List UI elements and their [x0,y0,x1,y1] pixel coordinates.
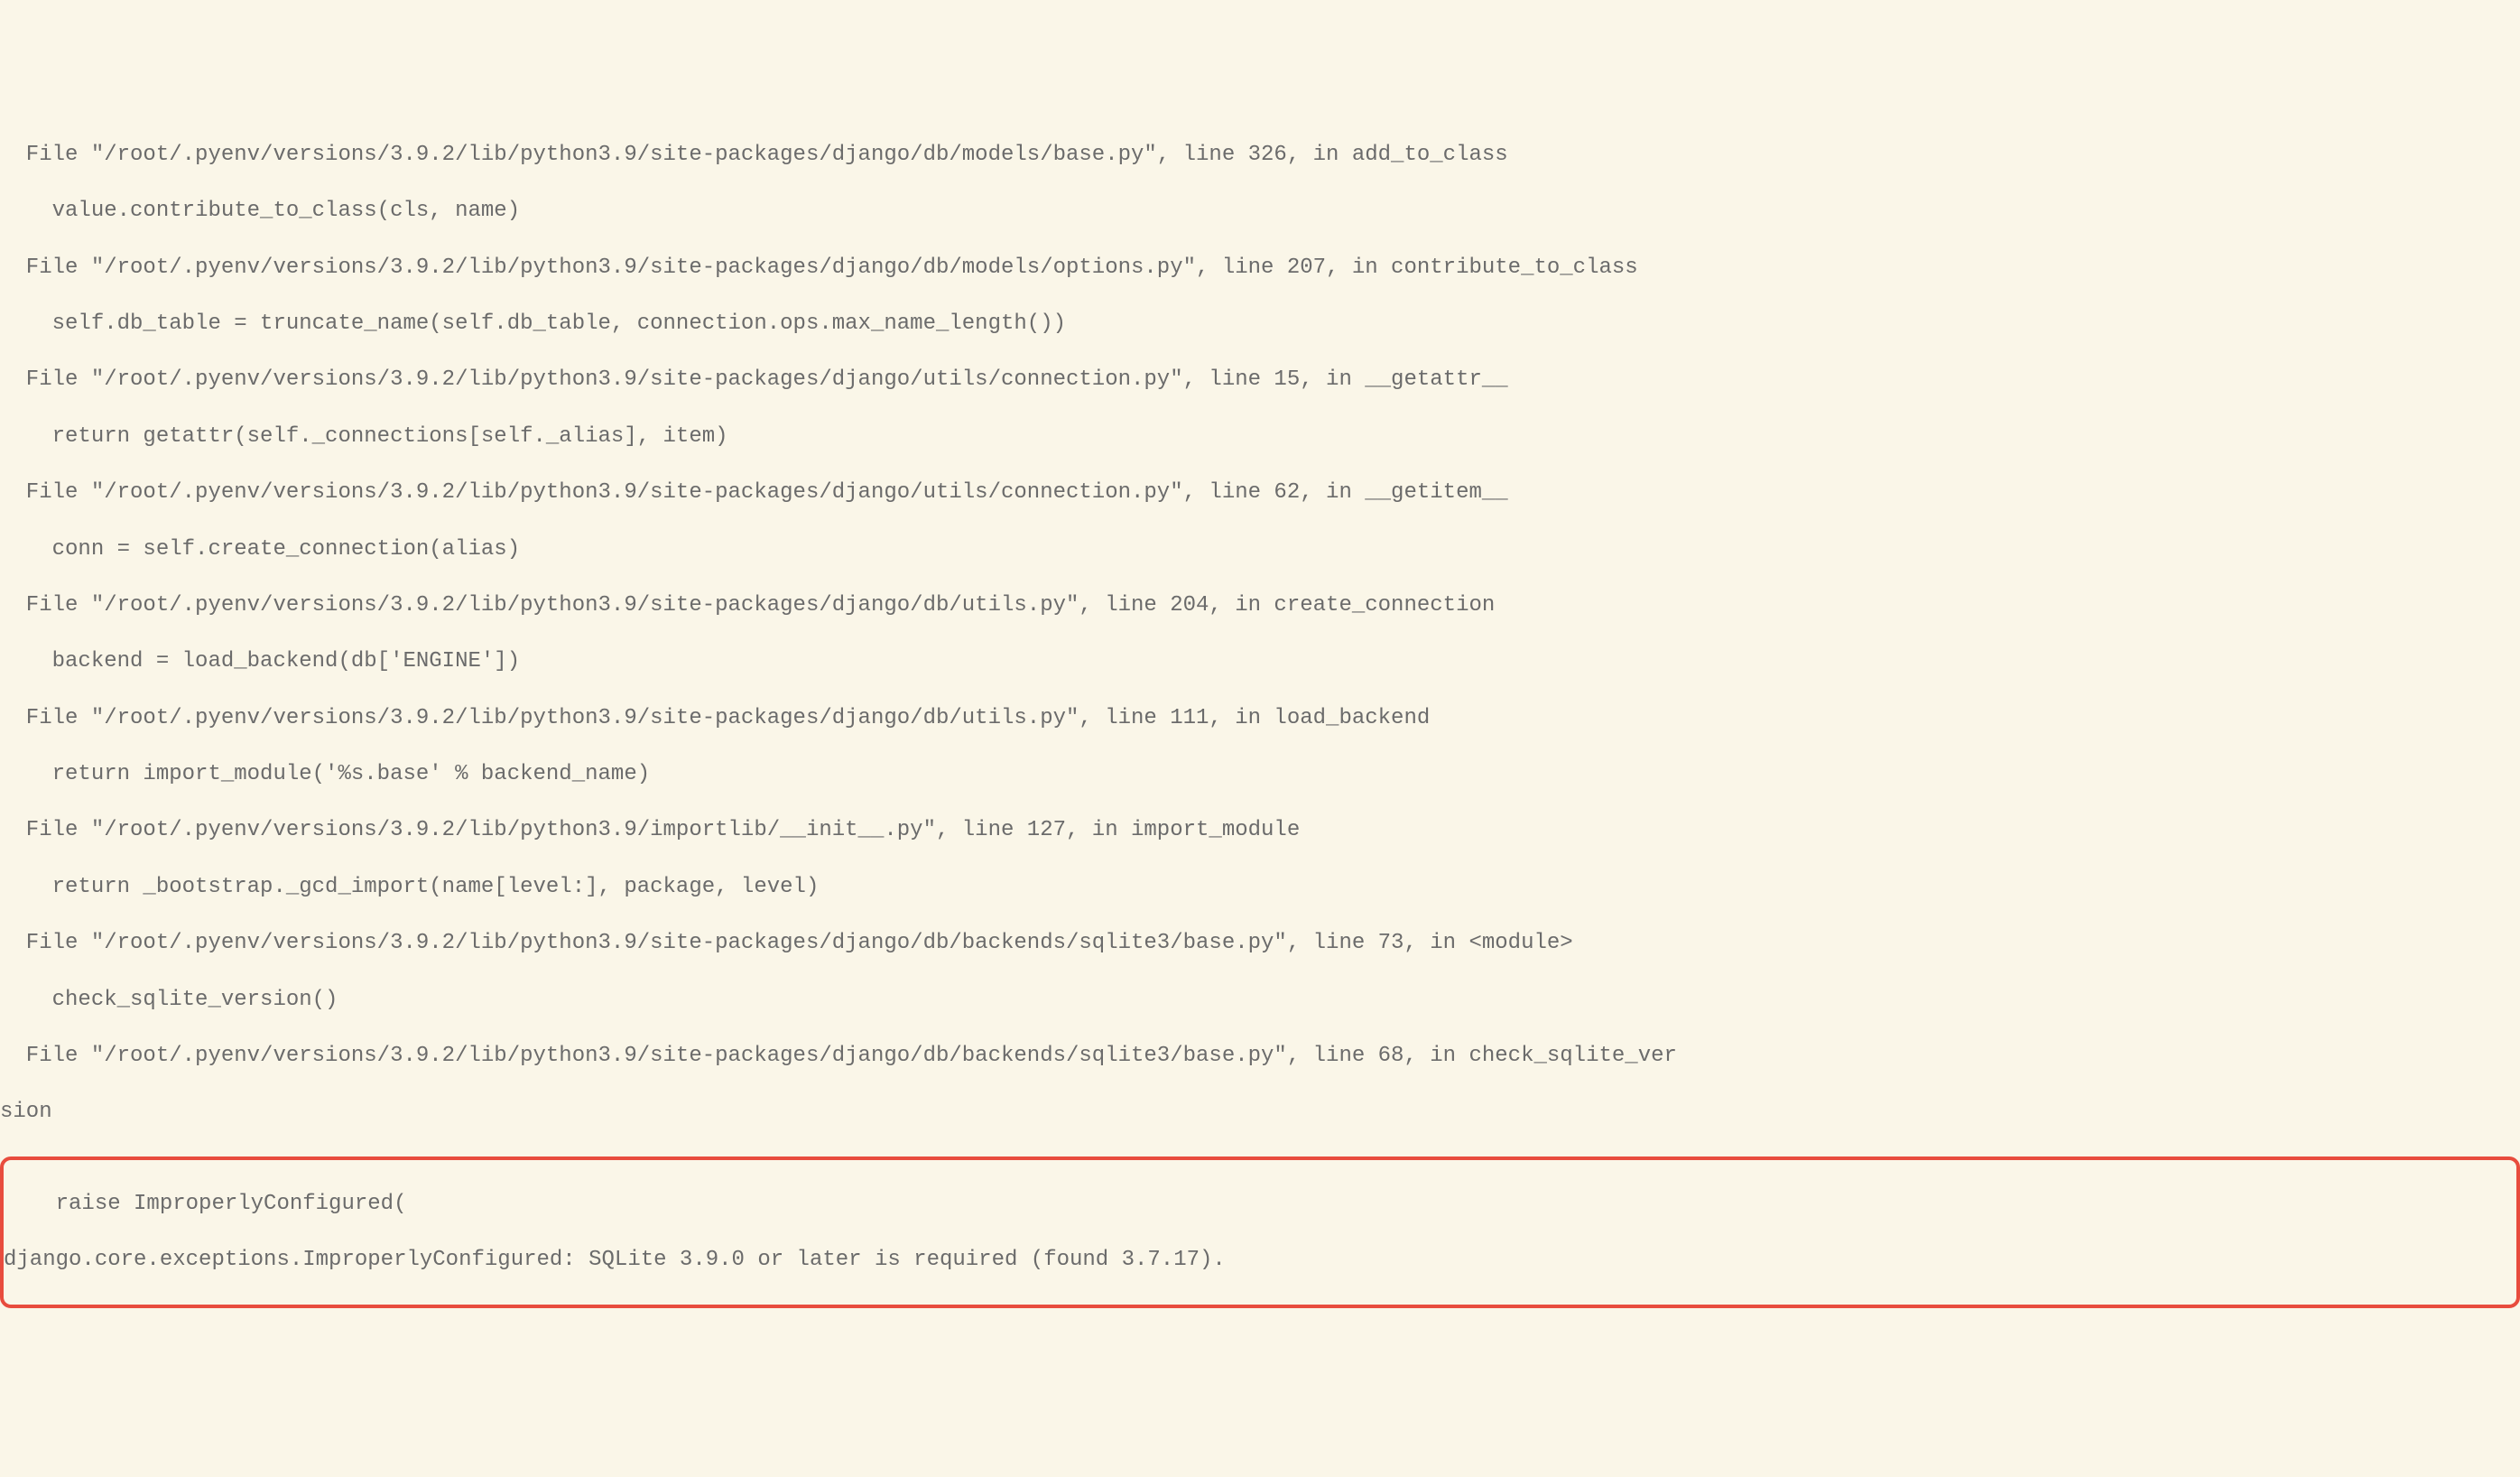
traceback-frame-code: return getattr(self._connections[self._a… [0,423,2520,451]
traceback-frame-code: check_sqlite_version() [0,986,2520,1014]
traceback-frame-file: File "/root/.pyenv/versions/3.9.2/lib/py… [0,816,2520,844]
error-raise-line: raise ImproperlyConfigured( [4,1190,2516,1218]
traceback-frame-code: return _bootstrap._gcd_import(name[level… [0,873,2520,901]
traceback-frame-file: File "/root/.pyenv/versions/3.9.2/lib/py… [0,929,2520,957]
traceback-frame-code: value.contribute_to_class(cls, name) [0,197,2520,225]
traceback-frame-file: File "/root/.pyenv/versions/3.9.2/lib/py… [0,1042,2520,1070]
traceback-frame-file: File "/root/.pyenv/versions/3.9.2/lib/py… [0,254,2520,282]
traceback-frame-file: File "/root/.pyenv/versions/3.9.2/lib/py… [0,366,2520,394]
traceback-frame-file: File "/root/.pyenv/versions/3.9.2/lib/py… [0,141,2520,169]
traceback-frame-code: return import_module('%s.base' % backend… [0,760,2520,788]
traceback-frame-file: File "/root/.pyenv/versions/3.9.2/lib/py… [0,704,2520,732]
error-message: django.core.exceptions.ImproperlyConfigu… [4,1246,2516,1274]
traceback-frame-code: self.db_table = truncate_name(self.db_ta… [0,310,2520,338]
traceback-frame-file: File "/root/.pyenv/versions/3.9.2/lib/py… [0,478,2520,506]
traceback-container: File "/root/.pyenv/versions/3.9.2/lib/py… [0,113,2520,1336]
traceback-frame-code: backend = load_backend(db['ENGINE']) [0,647,2520,675]
traceback-frame-file: File "/root/.pyenv/versions/3.9.2/lib/py… [0,591,2520,619]
traceback-frame-file-wrap: sion [0,1098,2520,1126]
error-highlight-box: raise ImproperlyConfigured( django.core.… [0,1157,2520,1308]
traceback-frame-code: conn = self.create_connection(alias) [0,535,2520,563]
